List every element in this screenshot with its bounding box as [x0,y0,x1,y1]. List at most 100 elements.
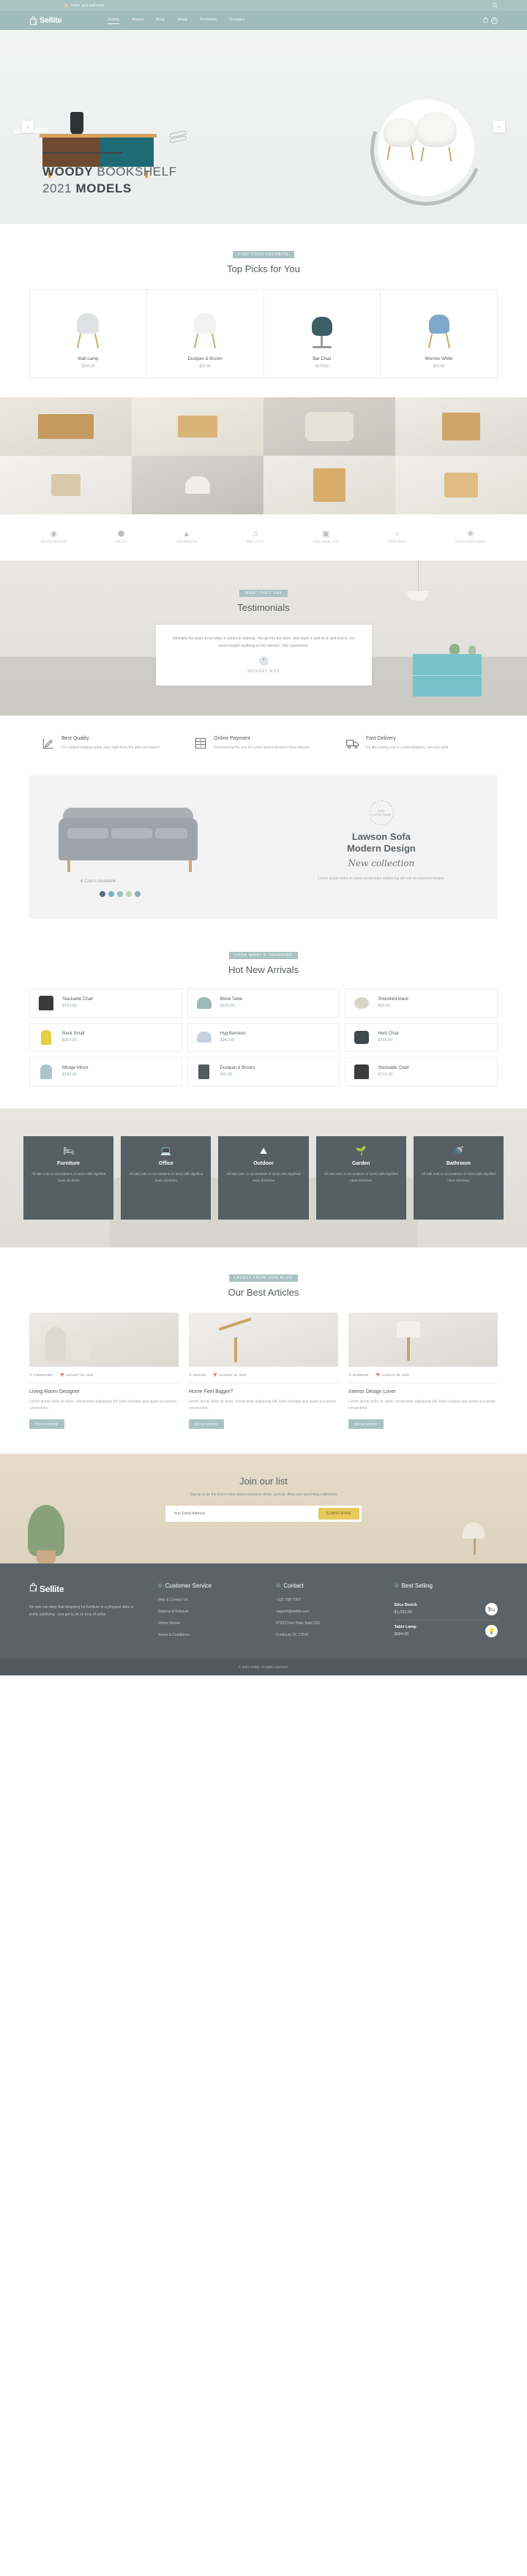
gallery-item[interactable] [264,456,395,514]
read-more-button[interactable]: READ MORE [29,1419,64,1429]
product-card[interactable]: Wall Lamp $100.00 [29,289,146,378]
arrival-product-card[interactable]: Stackable Chair $712.00 [29,988,182,1018]
arrival-product-card[interactable]: Hyg Barstool $342.00 [187,1022,340,1052]
product-thumbnail [195,1062,214,1081]
cart-icon[interactable] [483,17,488,24]
articles-title: Our Best Articles [228,1286,299,1298]
sofa-promo-text: FOR FURNITURE Lawson Sofa Modern Design … [283,776,498,919]
footer-phone[interactable]: +331 999 7007 [276,1598,379,1602]
category-card-outdoor[interactable]: ⛰ Outdoor All sale note on accusations o… [218,1135,309,1220]
promo-description: Lorem ipsum dolor sit amet consectetur a… [318,876,445,882]
arrival-product-card[interactable]: Stackable Chair $712.00 [345,1056,498,1086]
footer-brand-logo[interactable]: Sellite [29,1582,143,1596]
nav-item-portfolio[interactable]: Portfolio [200,18,217,23]
article-date-label: AUGUST 25, 2020 [65,1373,94,1377]
gallery-item[interactable] [0,397,132,456]
footer-product-name: Table Lamp [394,1625,416,1629]
read-more-button[interactable]: READ MORE [348,1419,384,1429]
sofa-cushion-decor [67,827,108,838]
footer-product-item[interactable]: Table Lamp $684.00 💡 [395,1621,498,1642]
brand-logo-item[interactable]: ▣ SQUARE CO [313,530,339,545]
footer-address-line2: Funkbury, FL 17935 [276,1632,309,1637]
promo-banner-section: 6 Colors Available FOR FURNITURE Lawson … [0,770,527,941]
nav-item-shop[interactable]: Shop [177,18,187,23]
category-card-furniture[interactable]: 🛏 Furniture All sale note on accusations… [23,1135,114,1220]
color-swatch[interactable] [126,890,132,897]
category-card-office[interactable]: 💻 Office All sale note on accusations of… [121,1135,212,1220]
footer-link[interactable]: Help & Contact Us [158,1598,261,1602]
category-card-bathroom[interactable]: 🚿 Bathroom All sale note on accusations … [413,1135,504,1220]
arrival-product-card[interactable]: Block Table $230.00 [187,988,340,1018]
hero-title-line2-bold: MODELS [75,181,132,196]
plant-icon: 🌱 [355,1145,367,1156]
nav-item-about[interactable]: About [132,18,143,23]
category-card-garden[interactable]: 🌱 Garden All sale note on accusations of… [315,1135,406,1220]
brand-logo-item[interactable]: ❀ GOLDEN LEAF [455,530,486,545]
categories-row: 🛏 Furniture All sale note on accusations… [0,1108,527,1247]
subscribe-button[interactable]: SUBSCRIBE [318,1507,359,1520]
brand-logo-label: GOLDEN LEAF [455,540,486,544]
articles-header: LATEST FROM OUR BLOG Our Best Articles [29,1269,498,1298]
brand-logo-item[interactable]: ⬢ HEXA [116,530,127,545]
footer-link[interactable]: Returns & Refunds [158,1610,261,1614]
cart-count-badge[interactable]: 0 [491,17,498,24]
product-card[interactable]: Mormor White $20.00 [380,289,498,378]
article-card[interactable]: ⚑ FURNITURE 📅 AUGUST 25, 2020 Living Roo… [29,1312,179,1429]
gallery-item[interactable] [395,397,527,456]
footer-link[interactable]: Online Stores [158,1621,261,1626]
article-title: Living Room Designer [29,1389,80,1394]
nav-item-home[interactable]: Home [108,18,120,24]
brand-logo-item[interactable]: ▲ TRIANGLE [176,530,198,545]
footer-column-title: Contact [283,1582,304,1589]
search-icon[interactable] [492,2,498,10]
brand-logo-item[interactable]: ○ ORBIANT [387,530,406,545]
gallery-item[interactable] [132,456,264,514]
article-tag: ⚑ INTERIOR [348,1373,369,1378]
brand-glyph-icon: ❀ [467,530,475,538]
product-price: $20.00 [433,364,445,369]
article-image [189,1312,338,1367]
brand-logo-item[interactable]: ♫ MELODY [246,530,264,545]
brand-logo-item[interactable]: ◉ WOODMARK [41,530,67,545]
brand-logo[interactable]: Sellite [29,16,62,26]
product-name: Dustpan & Broom [187,357,223,361]
hero-title: WOODY BOOKSHELF 2021 MODELS [42,164,177,198]
article-card[interactable]: ⚑ INTERIOR 📅 AUGUST 25, 2020 Interior De… [348,1312,498,1429]
product-name: Rack Small [62,1032,85,1036]
nav-item-blog[interactable]: Blog [156,18,165,23]
read-more-button[interactable]: READ MORE [189,1419,224,1429]
article-date: 📅 AUGUST 25, 2020 [213,1373,247,1378]
product-image [153,300,258,348]
top-picks-header: FIND YOUR FAVORITE Top Picks for You [29,246,498,274]
arrival-product-card[interactable]: Mirage Mirror $190.00 [29,1056,182,1086]
gallery-item[interactable] [264,397,395,456]
gallery-item[interactable] [0,456,132,514]
color-swatch[interactable] [100,890,105,897]
footer-link[interactable]: Terms & Conditions [158,1633,261,1637]
footer-email[interactable]: support@sellite.com [276,1610,379,1614]
article-card[interactable]: ⚑ DESIGN 📅 AUGUST 25, 2020 Home Feel Big… [189,1312,338,1429]
arrival-product-card[interactable]: Herit Chair $725.00 [345,1022,498,1052]
gallery-item[interactable] [132,397,264,456]
arrival-product-card[interactable]: Dustpan & Broom $32.00 [187,1056,340,1086]
color-swatch[interactable] [108,890,114,897]
feature-item: Fast Delivery It's like saying you're a … [345,736,486,752]
arrival-product-card[interactable]: Rack Small $310.00 [29,1022,182,1052]
product-price: $32.00 [220,1073,233,1077]
hero-chair-decor-1 [384,118,417,161]
color-swatch[interactable] [117,890,123,897]
gallery-item[interactable] [395,456,527,514]
nav-links: Home About Blog Shop Portfolio Contact [108,18,244,24]
footer-product-item[interactable]: Slice Bench $1,032.00 🛏 [394,1599,498,1621]
product-card[interactable]: Dustpan & Broom $32.00 [146,289,264,378]
email-input[interactable] [168,1507,318,1520]
testimonial-card: Definitely the place to be when it comes… [155,625,372,686]
color-swatch[interactable] [135,890,141,897]
carousel-next-button[interactable]: › [493,121,505,132]
arrival-product-card[interactable]: Shorebird black $35.00 [345,988,498,1018]
carousel-prev-button[interactable]: ‹ [22,121,34,132]
product-card[interactable]: Bar Chair $170.00 [263,289,381,378]
article-date-label: AUGUST 25, 2020 [218,1373,247,1377]
article-tag: ⚑ FURNITURE [29,1373,53,1378]
nav-item-contact[interactable]: Contact [229,18,244,23]
